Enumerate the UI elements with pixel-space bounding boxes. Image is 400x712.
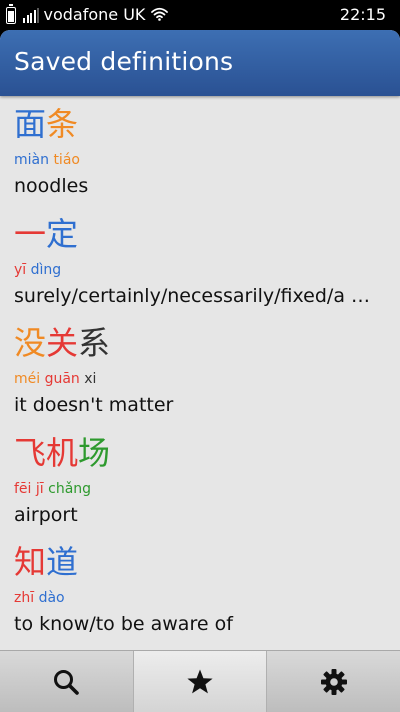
screen: vodafone UK 22:15 Saved definitions 面条 mi…: [0, 0, 400, 712]
bottom-toolbar: [0, 650, 400, 712]
wifi-icon: [151, 7, 169, 21]
hanzi-char: 没: [14, 324, 47, 362]
carrier-name: vodafone UK: [43, 5, 146, 24]
pinyin-syllable: dìng: [30, 261, 62, 278]
pinyin-syllable: guān: [44, 371, 80, 387]
definition-entry[interactable]: 一定 yī dìng surely/certainly/necessarily/fi…: [0, 206, 400, 316]
status-time: 22:15: [339, 5, 386, 24]
gear-icon: [320, 668, 347, 695]
signal-icon: [23, 7, 41, 23]
signal-bar: [26, 15, 29, 23]
entry-definition: surely/certainly/necessarily/fixed/a …: [14, 284, 371, 307]
entry-definition: it doesn't matter: [14, 394, 174, 416]
battery-fill: [8, 11, 14, 22]
header-bar: Saved definitions: [0, 30, 400, 96]
pinyin-syllable: miàn: [14, 152, 49, 168]
page-title: Saved definitions: [14, 47, 234, 76]
pinyin-syllable: dào: [38, 590, 65, 606]
hanzi-char: 一: [14, 214, 47, 253]
hanzi-char: 面: [14, 105, 47, 143]
search-button[interactable]: [0, 651, 133, 712]
pinyin-syllable: jī: [35, 480, 44, 497]
star-icon: [187, 669, 213, 693]
hanzi-char: 场: [78, 433, 111, 472]
app-panel: Saved definitions 面条 miàn tiáo noodles 一定 yī…: [0, 30, 400, 712]
entry-definition: airport: [14, 503, 78, 526]
pinyin-syllable: yī: [14, 261, 27, 278]
settings-button[interactable]: [266, 651, 400, 712]
signal-bar: [30, 12, 32, 23]
signal-bar: [37, 7, 39, 23]
pinyin-syllable: tiáo: [53, 152, 80, 168]
hanzi-char: 道: [46, 543, 79, 581]
definition-entry[interactable]: 面条 miàn tiáo noodles: [0, 96, 400, 206]
hanzi-char: 知: [14, 543, 47, 581]
definition-entry[interactable]: 飞机场 fēi jī chǎng airport: [0, 425, 400, 535]
battery-icon: [6, 3, 16, 24]
hanzi-char: 飞: [14, 433, 47, 472]
entry-hanzi: 飞机场: [14, 433, 110, 473]
hanzi-char: 系: [78, 324, 111, 362]
pinyin-syllable: xi: [84, 371, 97, 387]
saved-definitions-button[interactable]: [132, 651, 267, 712]
entry-pinyin: miàn tiáo: [14, 151, 80, 169]
entry-definition: to know/to be aware of: [14, 613, 233, 635]
hanzi-char: 定: [46, 214, 79, 253]
signal-bar: [23, 18, 25, 23]
hanzi-char: 机: [46, 433, 79, 472]
pinyin-syllable: zhī: [14, 590, 35, 606]
pinyin-syllable: fēi: [14, 480, 32, 497]
entry-pinyin: yī dìng: [14, 261, 61, 279]
search-icon: [54, 669, 80, 695]
definition-entry[interactable]: 知道 zhī dào to know/to be aware of: [0, 534, 400, 644]
entry-definition: noodles: [14, 175, 89, 197]
status-left: vodafone UK: [6, 3, 169, 25]
hanzi-char: 条: [46, 105, 79, 143]
entry-hanzi: 知道: [14, 542, 78, 582]
entry-pinyin: zhī dào: [14, 589, 65, 607]
definitions-list[interactable]: 面条 miàn tiáo noodles 一定 yī dìng surely/certai…: [0, 96, 400, 650]
definition-entry[interactable]: 没关系 méi guān xi it doesn't matter: [0, 315, 400, 425]
status-bar: vodafone UK 22:15: [0, 0, 400, 30]
entry-hanzi: 面条: [14, 104, 78, 144]
pinyin-syllable: méi: [14, 371, 41, 387]
entry-hanzi: 一定: [14, 214, 78, 254]
entry-pinyin: fēi jī chǎng: [14, 480, 91, 498]
hanzi-char: 关: [46, 324, 79, 362]
signal-bar: [33, 10, 36, 23]
entry-hanzi: 没关系: [14, 323, 110, 363]
entry-pinyin: méi guān xi: [14, 370, 96, 388]
pinyin-syllable: chǎng: [48, 480, 92, 497]
